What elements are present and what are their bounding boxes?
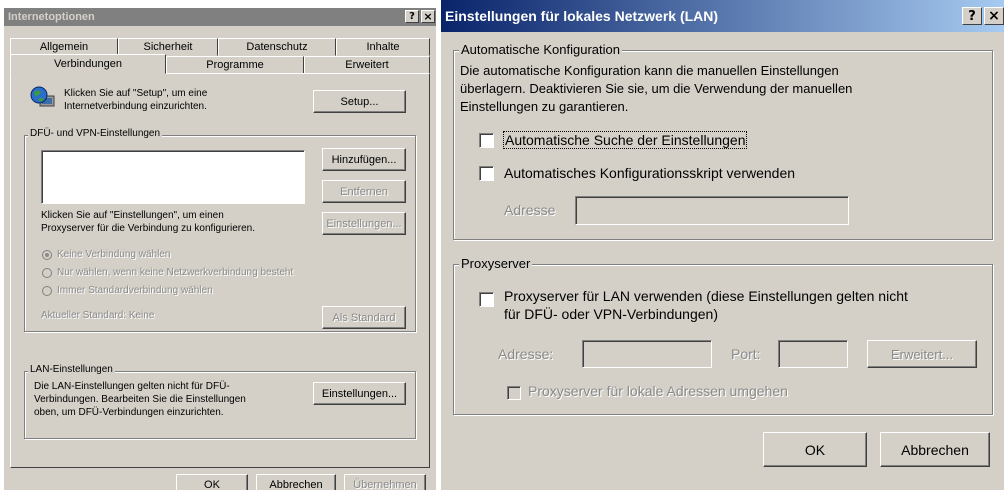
cancel-button[interactable]: Abbrechen <box>880 432 990 467</box>
radio-no-connection[interactable] <box>42 250 52 260</box>
auto-script-checkbox[interactable] <box>479 166 494 181</box>
use-proxy-label-line2: für DFÜ- oder VPN-Verbindungen) <box>504 306 718 322</box>
dfu-vpn-group-label: DFÜ- und VPN-Einstellungen <box>28 128 163 139</box>
connections-list[interactable] <box>41 150 305 204</box>
setup-description-line2: Internetverbindung einzurichten. <box>64 101 207 112</box>
setup-button[interactable]: Setup... <box>313 90 406 113</box>
bypass-local-label: Proxyserver für lokale Adressen umgehen <box>528 383 788 399</box>
radio-always-default-label: Immer Standardverbindung wählen <box>57 285 213 296</box>
set-default-button[interactable]: Als Standard <box>322 306 406 329</box>
tab-inhalte[interactable]: Inhalte <box>336 38 430 56</box>
cancel-button[interactable]: Abbrechen <box>256 474 336 490</box>
tab-datenschutz[interactable]: Datenschutz <box>218 38 336 56</box>
tab-erweitert[interactable]: Erweitert <box>304 56 430 74</box>
auto-detect-label: Automatische Suche der Einstellungen <box>502 131 748 149</box>
tab-verbindungen[interactable]: Verbindungen <box>10 54 166 74</box>
proxy-address-input[interactable] <box>582 340 712 368</box>
close-button[interactable]: × <box>984 7 1004 25</box>
bypass-local-checkbox[interactable] <box>507 386 521 400</box>
radio-always-default[interactable] <box>42 286 52 296</box>
tab-programme[interactable]: Programme <box>166 56 304 74</box>
auto-config-group-label: Automatische Konfiguration <box>459 42 622 57</box>
auto-detect-checkbox[interactable] <box>479 133 494 148</box>
radio-no-connection-label: Keine Verbindung wählen <box>57 249 171 260</box>
lan-settings-button[interactable]: Einstellungen... <box>313 382 406 405</box>
ok-button[interactable]: OK <box>176 474 248 490</box>
remove-button[interactable]: Entfernen <box>322 180 406 203</box>
auto-script-label: Automatisches Konfigurationsskript verwe… <box>504 165 796 181</box>
lan-text-line3: oben, um DFÜ-Verbindungen einzurichten. <box>34 407 224 418</box>
title-bar: Einstellungen für lokales Netzwerk (LAN) <box>441 0 1004 32</box>
internet-options-window: Internetoptionen ? × Allgemein Sicherhei… <box>4 8 436 490</box>
auto-config-desc-line3: Einstellungen zu garantieren. <box>460 99 629 114</box>
lan-settings-window: Einstellungen für lokales Netzwerk (LAN)… <box>441 0 1004 490</box>
radio-dial-when-no-network[interactable] <box>42 268 52 278</box>
script-address-input[interactable] <box>575 196 849 225</box>
ok-button[interactable]: OK <box>763 432 867 467</box>
radio-dial-when-no-network-label: Nur wählen, wenn keine Netzwerkverbindun… <box>57 267 294 278</box>
add-button[interactable]: Hinzufügen... <box>322 148 406 171</box>
port-label: Port: <box>731 346 761 362</box>
dfu-settings-button[interactable]: Einstellungen... <box>322 212 406 235</box>
lan-text-line1: Die LAN-Einstellungen gelten nicht für D… <box>34 381 230 392</box>
globe-icon <box>30 86 56 108</box>
script-address-label: Adresse <box>504 202 556 218</box>
use-proxy-label-line1: Proxyserver für LAN verwenden (diese Ein… <box>504 288 908 304</box>
window-title: Einstellungen für lokales Netzwerk (LAN) <box>445 8 719 24</box>
close-button[interactable]: × <box>421 10 435 23</box>
lan-group-label: LAN-Einstellungen <box>28 364 115 375</box>
proxy-group-label: Proxyserver <box>459 256 533 271</box>
auto-config-desc-line2: überlagern. Deaktivieren Sie sie, um die… <box>460 81 853 96</box>
lan-text-line2: Verbindungen. Bearbeiten Sie die Einstel… <box>34 394 246 405</box>
use-proxy-checkbox[interactable] <box>479 292 494 307</box>
title-bar: Internetoptionen <box>4 8 436 26</box>
window-title: Internetoptionen <box>8 11 95 23</box>
port-input[interactable] <box>778 340 848 368</box>
auto-config-desc-line1: Die automatische Konfiguration kann die … <box>460 63 839 78</box>
proxy-hint-line2: Proxyserver für die Verbindung zu konfig… <box>41 223 256 234</box>
proxy-hint-line1: Klicken Sie auf "Einstellungen", um eine… <box>41 210 224 221</box>
advanced-button[interactable]: Erweitert... <box>867 340 977 368</box>
proxy-address-label: Adresse: <box>498 346 554 362</box>
help-button[interactable]: ? <box>405 10 419 23</box>
setup-description-line1: Klicken Sie auf "Setup", um eine <box>64 88 208 99</box>
apply-button[interactable]: Übernehmen <box>344 474 426 490</box>
current-default-text: Aktueller Standard: Keine <box>41 310 155 321</box>
help-button[interactable]: ? <box>962 7 982 25</box>
